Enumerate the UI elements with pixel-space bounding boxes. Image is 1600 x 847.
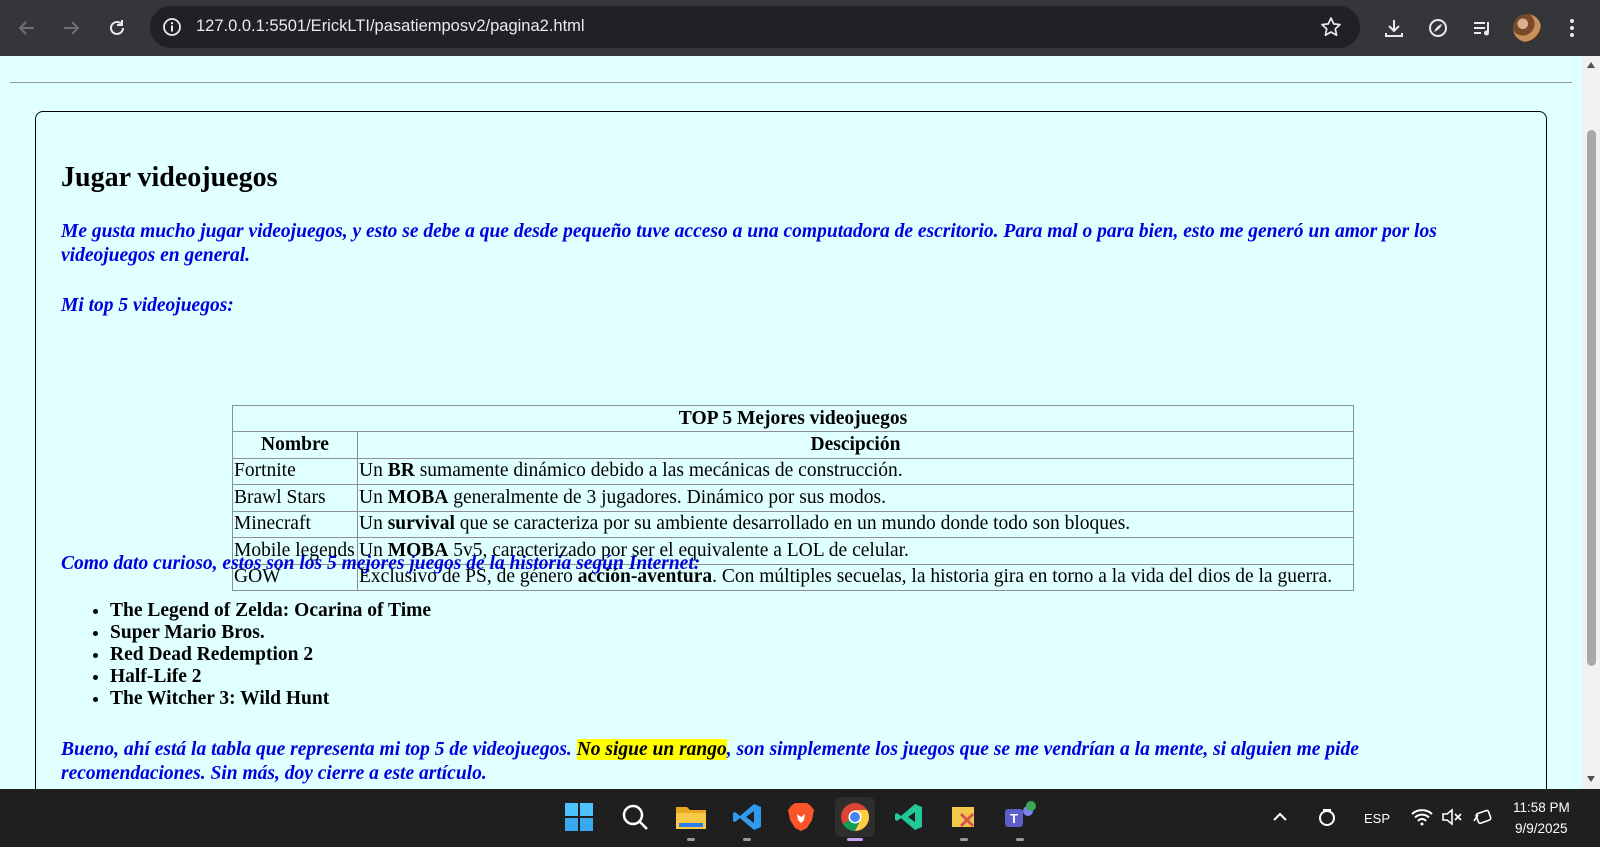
game-description: Un BR sumamente dinámico debido a las me… xyxy=(357,457,1354,485)
svg-text:T: T xyxy=(1010,811,1018,826)
vscode-icon xyxy=(733,804,761,830)
start-icon xyxy=(565,803,593,831)
windows-taskbar: T ESP 11:58 PM 9/9/2025 xyxy=(0,789,1600,847)
header-nombre: Nombre xyxy=(232,431,358,459)
game-description: Un MOBA generalmente de 3 jugadores. Din… xyxy=(357,484,1354,512)
taskbar-file-explorer[interactable] xyxy=(671,797,711,841)
table-row: Brawl Stars Un MOBA generalmente de 3 ju… xyxy=(232,484,1354,512)
forward-arrow-icon xyxy=(64,21,80,35)
list-item: Half-Life 2 xyxy=(110,666,431,688)
url-text[interactable]: 127.0.0.1:5501/ErickLTI/pasatiemposv2/pa… xyxy=(196,17,585,36)
volume-muted-icon[interactable] xyxy=(1440,797,1464,837)
desc-genre: survival xyxy=(387,513,455,535)
teams-icon: T xyxy=(1005,801,1036,827)
closing-paragraph: Bueno, ahí está la tabla que representa … xyxy=(61,738,1481,786)
bookmark-star-icon[interactable] xyxy=(1320,16,1342,38)
best-games-list: The Legend of Zelda: Ocarina of Time Sup… xyxy=(61,600,431,710)
running-indicator xyxy=(1016,838,1024,841)
active-indicator xyxy=(847,838,863,841)
game-name: Fortnite xyxy=(232,457,358,485)
clock-time[interactable]: 11:58 PM xyxy=(1513,800,1570,815)
taskbar-tool-app[interactable] xyxy=(944,797,984,841)
visual-studio-icon xyxy=(895,804,922,830)
list-item: The Witcher 3: Wild Hunt xyxy=(110,688,431,710)
table-row: Fortnite Un BR sumamente dinámico debido… xyxy=(232,457,1354,485)
desc-genre: MOBA xyxy=(387,486,449,508)
intro-paragraph: Me gusta mucho jugar videojuegos, y esto… xyxy=(61,221,1437,266)
desc-text: sumamente dinámico debido a las mecánica… xyxy=(414,460,903,482)
game-name: Minecraft xyxy=(232,510,358,538)
list-item: Red Dead Redemption 2 xyxy=(110,644,431,666)
desc-text: Un xyxy=(359,460,388,482)
page-scrollbar[interactable] xyxy=(1582,56,1600,789)
header-descripcion: Descipción xyxy=(357,431,1354,459)
profile-avatar[interactable] xyxy=(1513,14,1541,42)
taskbar-chrome[interactable] xyxy=(835,797,875,841)
wifi-icon[interactable] xyxy=(1410,797,1434,837)
taskbar-teams[interactable]: T xyxy=(1000,797,1040,841)
tool-icon xyxy=(952,807,975,828)
scroll-up-arrow-icon[interactable] xyxy=(1586,60,1596,70)
top5-heading: Mi top 5 videojuegos: xyxy=(61,295,234,316)
language-indicator[interactable]: ESP xyxy=(1364,811,1390,826)
brave-icon xyxy=(788,803,814,831)
back-button[interactable] xyxy=(10,11,44,45)
reload-icon xyxy=(110,20,124,35)
desc-text: generalmente de 3 jugadores. Dinámico po… xyxy=(448,486,886,508)
desc-text: Un xyxy=(359,486,388,508)
battery-icon[interactable] xyxy=(1471,797,1495,837)
taskbar-brave[interactable] xyxy=(781,797,821,837)
list-item: Super Mario Bros. xyxy=(110,622,431,644)
page-viewport: Jugar videojuegos Me gusta mucho jugar v… xyxy=(0,56,1582,789)
back-arrow-icon xyxy=(18,21,34,35)
running-indicator xyxy=(743,838,751,841)
tray-overflow-chevron[interactable] xyxy=(1268,797,1292,837)
forward-button[interactable] xyxy=(54,11,88,45)
list-item: The Legend of Zelda: Ocarina of Time xyxy=(110,600,431,622)
desc-text: Un xyxy=(359,513,388,535)
chrome-icon xyxy=(841,803,869,831)
article-card: Jugar videojuegos Me gusta mucho jugar v… xyxy=(35,111,1547,789)
taskbar-search-button[interactable] xyxy=(615,797,655,837)
game-description: Un survival que se caracteriza por su am… xyxy=(357,510,1354,538)
extension-leaf-icon[interactable] xyxy=(1424,14,1452,42)
highlighted-text: No sigue un rango xyxy=(576,739,727,760)
reload-button[interactable] xyxy=(100,11,134,45)
table-caption: TOP 5 Mejores videojuegos xyxy=(232,405,1354,431)
scroll-thumb[interactable] xyxy=(1587,130,1596,666)
taskbar-visual-studio[interactable] xyxy=(889,797,929,837)
table-header-row: Nombre Descipción xyxy=(232,431,1354,459)
clock-date[interactable]: 9/9/2025 xyxy=(1515,821,1568,836)
start-button[interactable] xyxy=(559,797,599,837)
running-indicator xyxy=(960,838,968,841)
desc-text: que se caracteriza por su ambiente desar… xyxy=(454,513,1131,535)
download-icon[interactable] xyxy=(1380,14,1408,42)
tray-sync-icon[interactable] xyxy=(1314,797,1340,837)
closing-text: Bueno, ahí está la tabla que representa … xyxy=(61,739,577,760)
search-icon xyxy=(622,804,648,830)
table-row: Minecraft Un survival que se caracteriza… xyxy=(232,510,1354,538)
running-indicator xyxy=(687,838,695,841)
game-name: Brawl Stars xyxy=(232,484,358,512)
address-bar[interactable]: 127.0.0.1:5501/ErickLTI/pasatiemposv2/pa… xyxy=(150,6,1360,48)
file-explorer-icon xyxy=(676,807,706,829)
article-title: Jugar videojuegos xyxy=(61,162,278,193)
browser-toolbar: 127.0.0.1:5501/ErickLTI/pasatiemposv2/pa… xyxy=(0,0,1600,56)
browser-menu-icon[interactable] xyxy=(1558,14,1586,42)
desc-genre: BR xyxy=(387,460,415,482)
chevron-up-icon xyxy=(1273,812,1287,821)
media-queue-icon[interactable] xyxy=(1468,14,1496,42)
scroll-down-arrow-icon[interactable] xyxy=(1586,774,1596,784)
curious-fact-paragraph: Como dato curioso, estos son los 5 mejor… xyxy=(61,553,701,574)
taskbar-vscode[interactable] xyxy=(727,797,767,841)
horizontal-rule xyxy=(10,82,1572,83)
site-info-icon[interactable] xyxy=(160,15,184,39)
